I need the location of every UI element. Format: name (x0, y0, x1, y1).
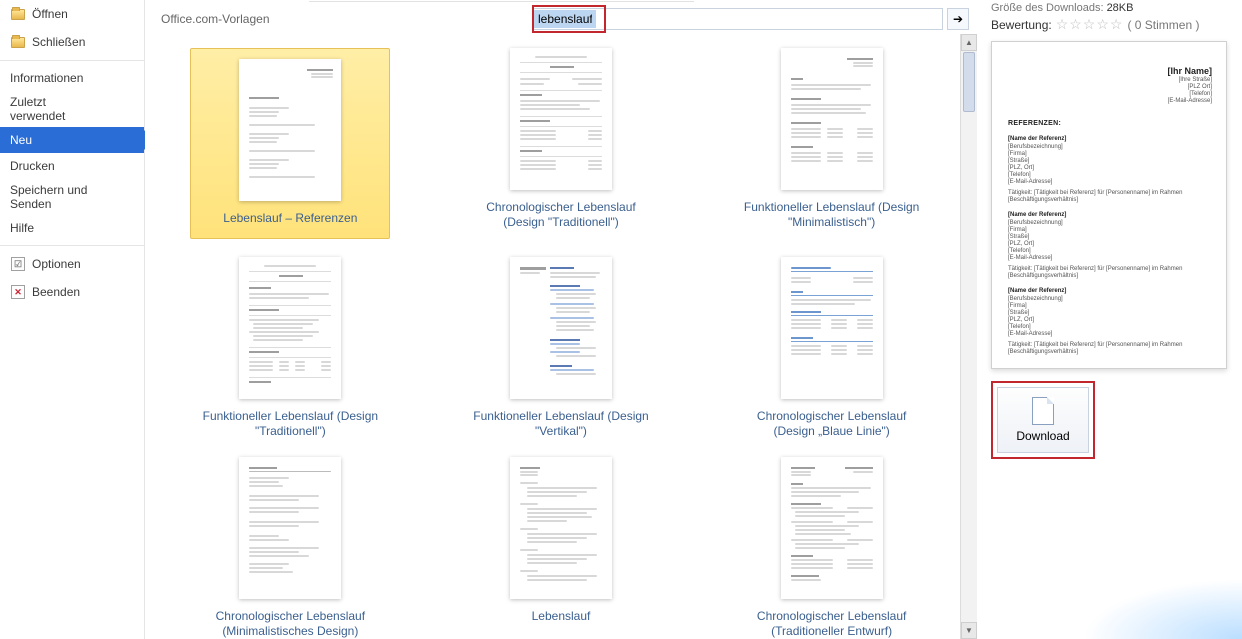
scroll-thumb[interactable] (963, 52, 975, 112)
sidebar-label-exit: Beenden (32, 285, 80, 299)
sidebar-item-recent[interactable]: Zuletztverwendet (0, 91, 144, 127)
template-label: Funktioneller Lebenslauf (Design "Vertik… (466, 409, 656, 439)
sidebar-label-help: Hilfe (10, 221, 34, 235)
folder-close-icon (10, 34, 26, 50)
template-thumbnail (781, 457, 883, 599)
template-thumbnail (239, 59, 341, 201)
rating-row: Bewertung: ☆☆☆☆☆ ( 0 Stimmen ) (991, 16, 1228, 33)
star-icon: ☆☆☆☆☆ (1056, 16, 1124, 33)
template-item[interactable]: Chronologischer Lebenslauf (Traditionell… (732, 457, 932, 639)
sidebar-label-info: Informationen (10, 71, 83, 85)
template-item[interactable]: Lebenslauf (461, 457, 661, 639)
template-label: Lebenslauf – Referenzen (223, 211, 357, 226)
template-item[interactable]: Funktioneller Lebenslauf (Design "Vertik… (461, 257, 661, 439)
download-button[interactable]: Download (997, 387, 1089, 453)
search-row: Office.com-Vorlagen ➔ (145, 4, 977, 34)
sidebar-separator-2 (0, 245, 144, 246)
template-item[interactable]: Chronologischer Lebenslauf (Design „Blau… (732, 257, 932, 439)
template-label: Chronologischer Lebenslauf (Minimalistis… (195, 609, 385, 639)
template-item[interactable]: Chronologischer Lebenslauf (Minimalistis… (190, 457, 390, 639)
download-highlight: Download (991, 381, 1095, 459)
sidebar-label-close: Schließen (32, 35, 85, 49)
sidebar-item-new[interactable]: Neu (0, 127, 144, 153)
sidebar-item-save-send[interactable]: Speichern undSenden (0, 179, 144, 215)
template-item[interactable]: Chronologischer Lebenslauf (Design "Trad… (461, 48, 661, 239)
sidebar-item-print[interactable]: Drucken (0, 153, 144, 179)
section-title: Office.com-Vorlagen (153, 12, 533, 26)
sidebar-label-recent: Zuletztverwendet (10, 95, 65, 123)
template-thumbnail (781, 48, 883, 190)
template-gallery: Lebenslauf – Referenzen (145, 34, 977, 639)
document-icon (1032, 397, 1054, 425)
template-search-input[interactable] (534, 10, 596, 28)
search-box-wrap (533, 8, 943, 30)
folder-open-icon (10, 6, 26, 22)
sidebar-item-info[interactable]: Informationen (0, 65, 144, 91)
backstage-sidebar: Öffnen Schließen Informationen Zuletztve… (0, 0, 145, 639)
template-thumbnail (510, 257, 612, 399)
gallery-scroll: Lebenslauf – Referenzen (145, 34, 977, 639)
search-go-button[interactable]: ➔ (947, 8, 969, 30)
sidebar-item-options[interactable]: ☑ Optionen (0, 250, 144, 278)
scroll-down-button[interactable]: ▼ (961, 622, 977, 639)
template-label: Funktioneller Lebenslauf (Design "Minima… (737, 200, 927, 230)
vertical-scrollbar[interactable]: ▲ ▼ (960, 34, 977, 639)
template-thumbnail (239, 257, 341, 399)
sidebar-item-open[interactable]: Öffnen (0, 0, 144, 28)
sidebar-item-help[interactable]: Hilfe (0, 215, 144, 241)
scroll-up-button[interactable]: ▲ (961, 34, 977, 51)
template-label: Chronologischer Lebenslauf (Design „Blau… (737, 409, 927, 439)
download-size-row: Größe des Downloads: 28KB (991, 2, 1228, 14)
sidebar-label-new: Neu (10, 133, 32, 147)
preview-panel: Größe des Downloads: 28KB Bewertung: ☆☆☆… (977, 0, 1242, 639)
template-item[interactable]: Funktioneller Lebenslauf (Design "Tradit… (190, 257, 390, 439)
template-item[interactable]: Lebenslauf – Referenzen (190, 48, 390, 239)
sidebar-item-exit[interactable]: ✕ Beenden (0, 278, 144, 306)
templates-main: Office.com-Vorlagen ➔ (145, 0, 977, 639)
panel-divider (309, 1, 694, 2)
sidebar-separator (0, 60, 144, 61)
rating-label: Bewertung: (991, 18, 1052, 32)
template-label: Funktioneller Lebenslauf (Design "Tradit… (195, 409, 385, 439)
template-thumbnail (239, 457, 341, 599)
template-label: Chronologischer Lebenslauf (Design "Trad… (466, 200, 656, 230)
template-label: Lebenslauf (532, 609, 591, 624)
template-item[interactable]: Funktioneller Lebenslauf (Design "Minima… (732, 48, 932, 239)
template-label: Chronologischer Lebenslauf (Traditionell… (737, 609, 927, 639)
vote-count: ( 0 Stimmen ) (1127, 18, 1199, 32)
template-thumbnail (510, 48, 612, 190)
template-thumbnail (781, 257, 883, 399)
arrow-right-icon: ➔ (953, 12, 963, 26)
options-icon: ☑ (10, 256, 26, 272)
sidebar-label-print: Drucken (10, 159, 55, 173)
template-thumbnail (510, 457, 612, 599)
sidebar-label-open: Öffnen (32, 7, 68, 21)
template-preview: [Ihr Name] [Ihre Straße] [PLZ Ort] [Tele… (991, 41, 1227, 369)
download-label: Download (1016, 429, 1069, 443)
sidebar-label-options: Optionen (32, 257, 81, 271)
sidebar-item-close[interactable]: Schließen (0, 28, 144, 56)
sidebar-label-save-send: Speichern undSenden (10, 183, 87, 211)
exit-icon: ✕ (10, 284, 26, 300)
